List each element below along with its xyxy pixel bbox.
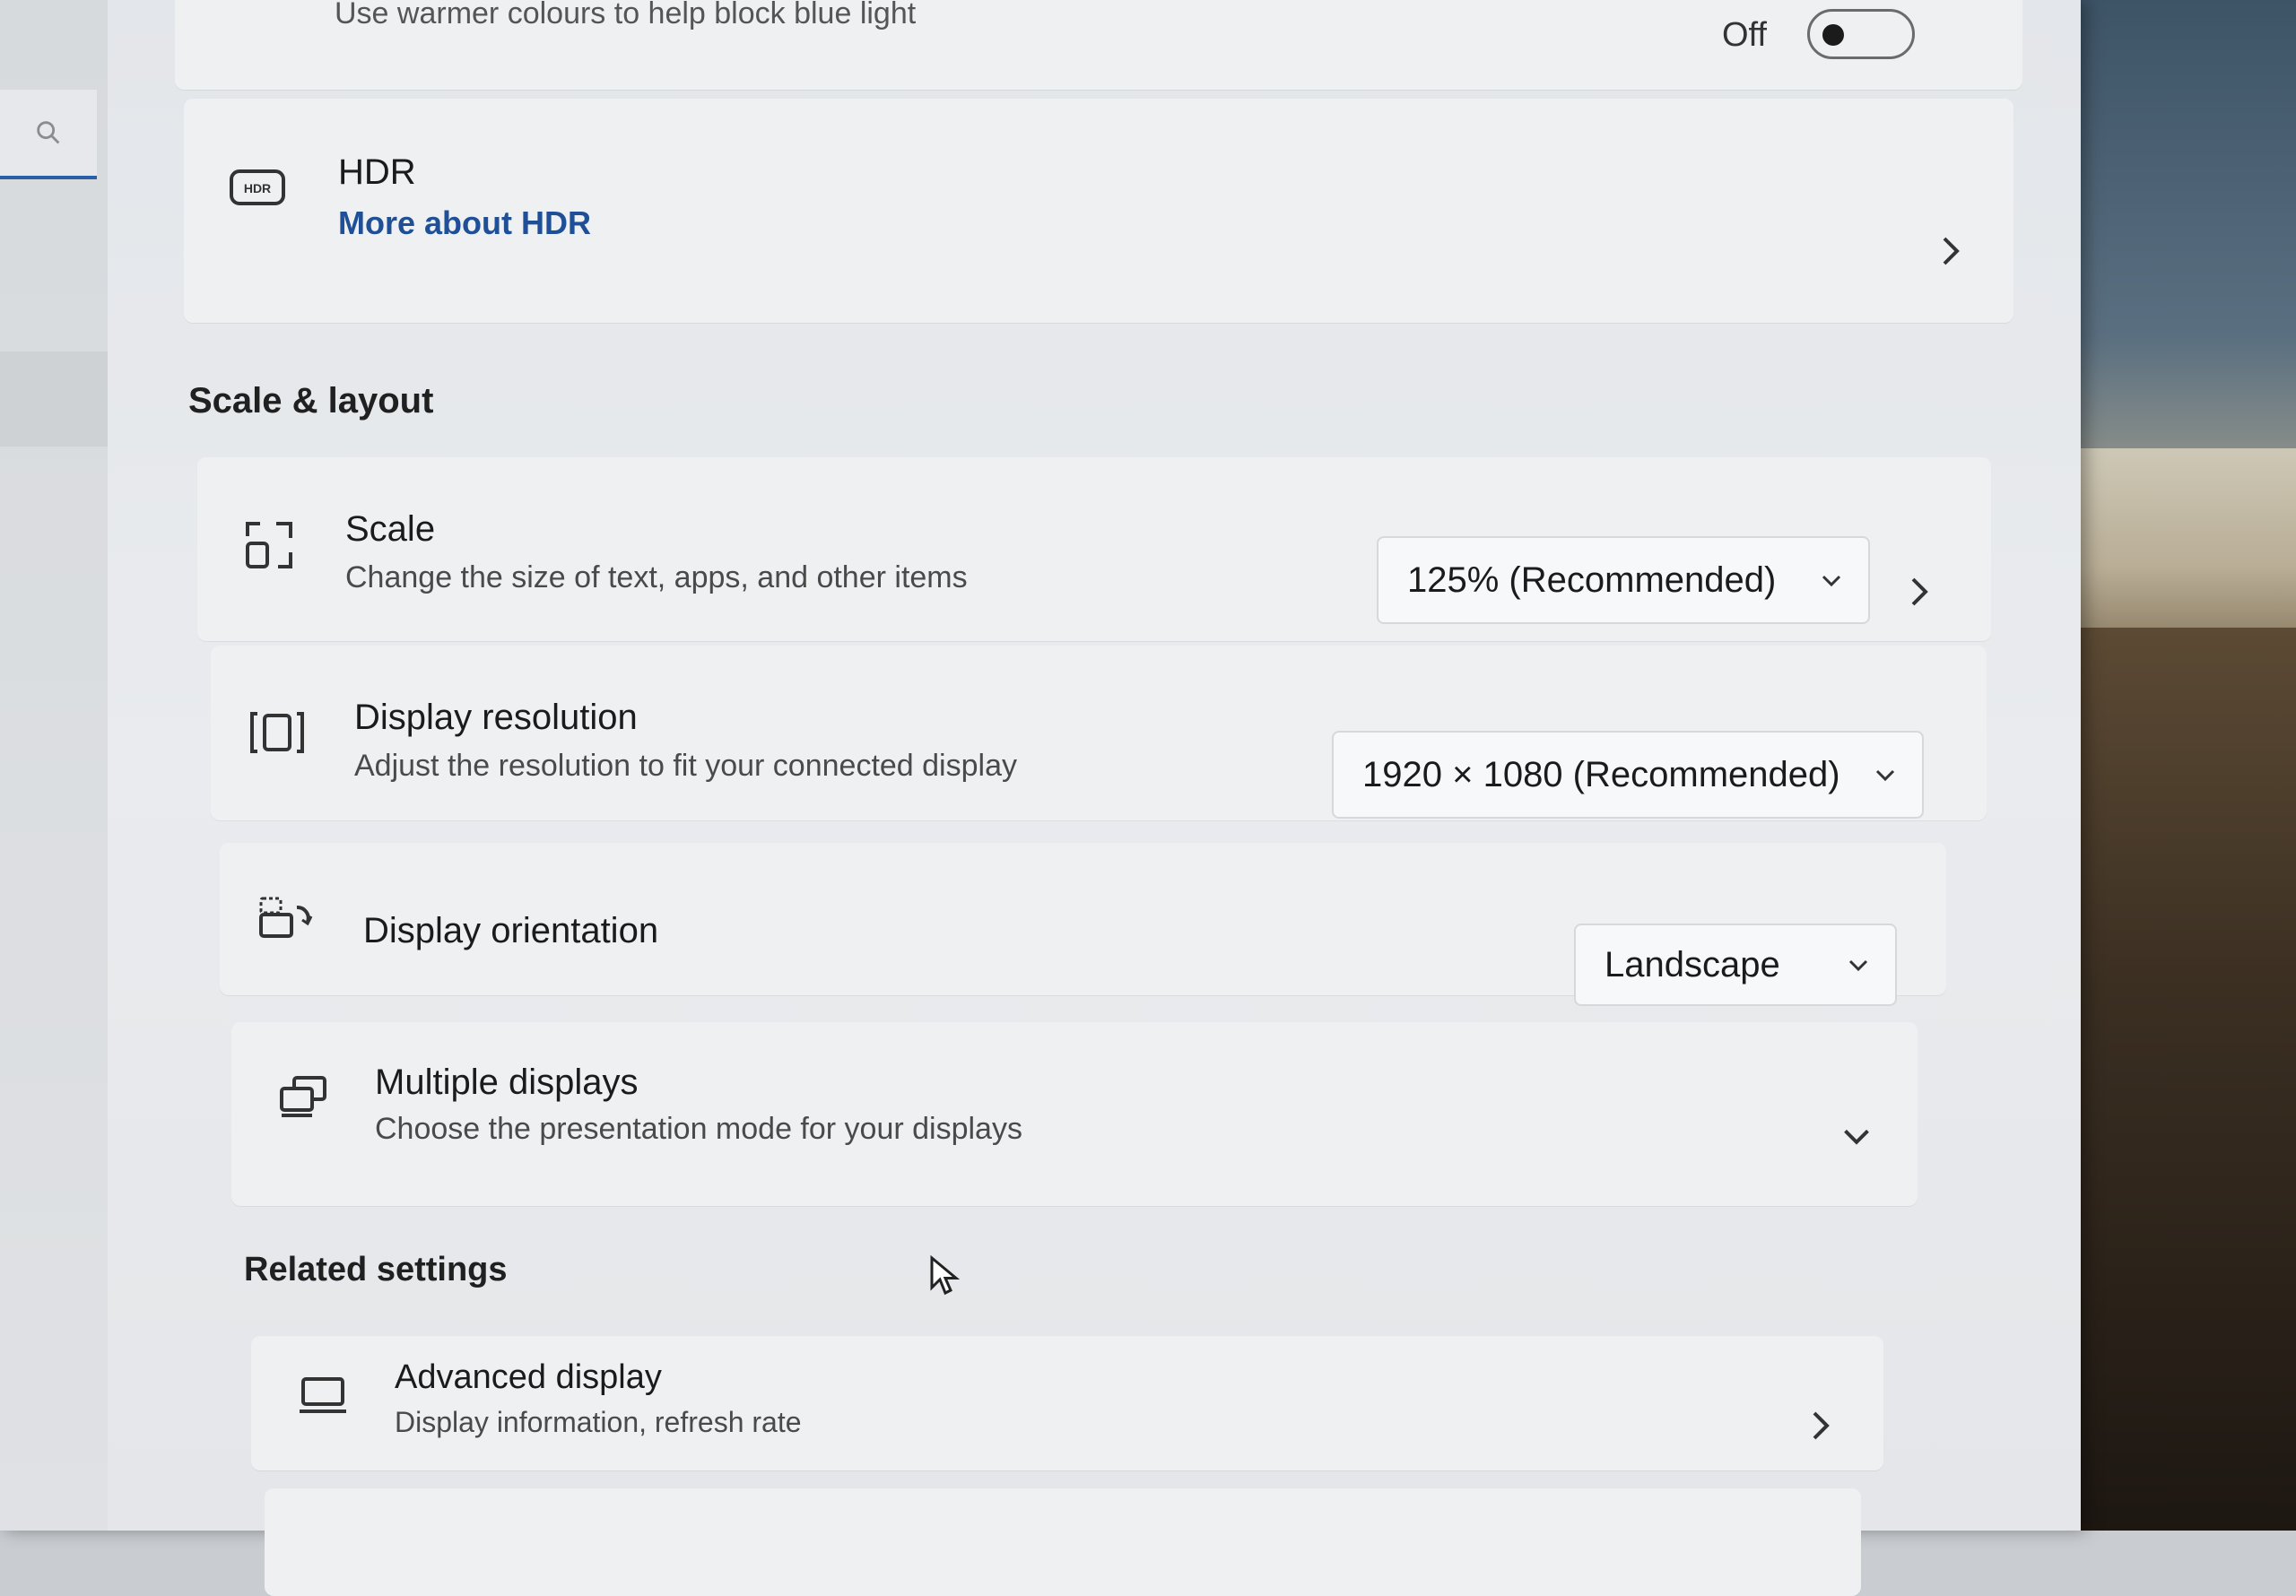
chevron-right-icon (1813, 1411, 1830, 1440)
orientation-dropdown[interactable]: Landscape (1574, 924, 1897, 1006)
scale-icon (242, 518, 296, 572)
scale-dropdown-value: 125% (Recommended) (1407, 559, 1777, 600)
chevron-down-icon (1848, 959, 1868, 972)
display-resolution-card[interactable]: Display resolution Adjust the resolution… (211, 646, 1987, 820)
advanced-display-title: Advanced display (395, 1358, 662, 1396)
night-light-card[interactable]: Use warmer colours to help block blue li… (175, 0, 2022, 90)
svg-text:HDR: HDR (244, 181, 271, 195)
advanced-display-subtitle: Display information, refresh rate (395, 1406, 802, 1438)
hdr-title: HDR (338, 152, 416, 192)
hdr-link[interactable]: More about HDR (338, 204, 591, 242)
chevron-down-icon[interactable] (1841, 1121, 1872, 1151)
desktop-wallpaper (2045, 0, 2296, 1531)
display-orientation-card[interactable]: Display orientation Landscape (220, 843, 1946, 1006)
orientation-icon (257, 895, 315, 941)
multiple-displays-icon (276, 1074, 330, 1119)
mouse-cursor-icon (930, 1255, 961, 1296)
resolution-subtitle: Adjust the resolution to fit your connec… (354, 749, 1017, 783)
resolution-dropdown[interactable]: 1920 × 1080 (Recommended) (1332, 731, 1924, 819)
night-light-toggle[interactable] (1807, 9, 1915, 59)
multiple-displays-title: Multiple displays (375, 1063, 639, 1102)
chevron-right-icon (1911, 577, 1928, 606)
hdr-icon: HDR (229, 166, 286, 209)
scale-subtitle: Change the size of text, apps, and other… (345, 560, 968, 594)
multiple-displays-card[interactable]: Multiple displays Choose the presentatio… (231, 1022, 1918, 1206)
toggle-knob (1822, 24, 1844, 46)
related-settings-heading: Related settings (244, 1251, 508, 1288)
wallpaper-buildings (2072, 448, 2296, 646)
scale-title: Scale (345, 509, 436, 549)
advanced-display-card[interactable]: Advanced display Display information, re… (251, 1336, 1883, 1470)
hdr-card[interactable]: HDR HDR More about HDR (184, 99, 2013, 323)
night-light-subtitle: Use warmer colours to help block blue li… (335, 0, 917, 30)
orientation-dropdown-value: Landscape (1605, 944, 1780, 984)
chevron-right-icon (1943, 237, 1960, 265)
wallpaper-cliff (2045, 628, 2296, 1531)
settings-content: Use warmer colours to help block blue li… (0, 0, 2081, 1596)
settings-window: Use warmer colours to help block blue li… (0, 0, 2081, 1596)
resolution-dropdown-value: 1920 × 1080 (Recommended) (1362, 754, 1840, 794)
monitor-icon (298, 1374, 348, 1417)
chevron-down-icon (1822, 575, 1841, 587)
scale-card[interactable]: Scale Change the size of text, apps, and… (197, 457, 1991, 641)
night-light-state: Off (1722, 16, 1767, 54)
resolution-title: Display resolution (354, 698, 638, 737)
multiple-displays-subtitle: Choose the presentation mode for your di… (375, 1112, 1022, 1146)
scale-layout-heading: Scale & layout (188, 381, 434, 421)
scale-dropdown[interactable]: 125% (Recommended) (1377, 536, 1870, 624)
next-related-card[interactable] (265, 1488, 1861, 1596)
chevron-down-icon (1875, 769, 1895, 782)
resolution-icon (248, 708, 306, 757)
orientation-title: Display orientation (363, 911, 659, 950)
